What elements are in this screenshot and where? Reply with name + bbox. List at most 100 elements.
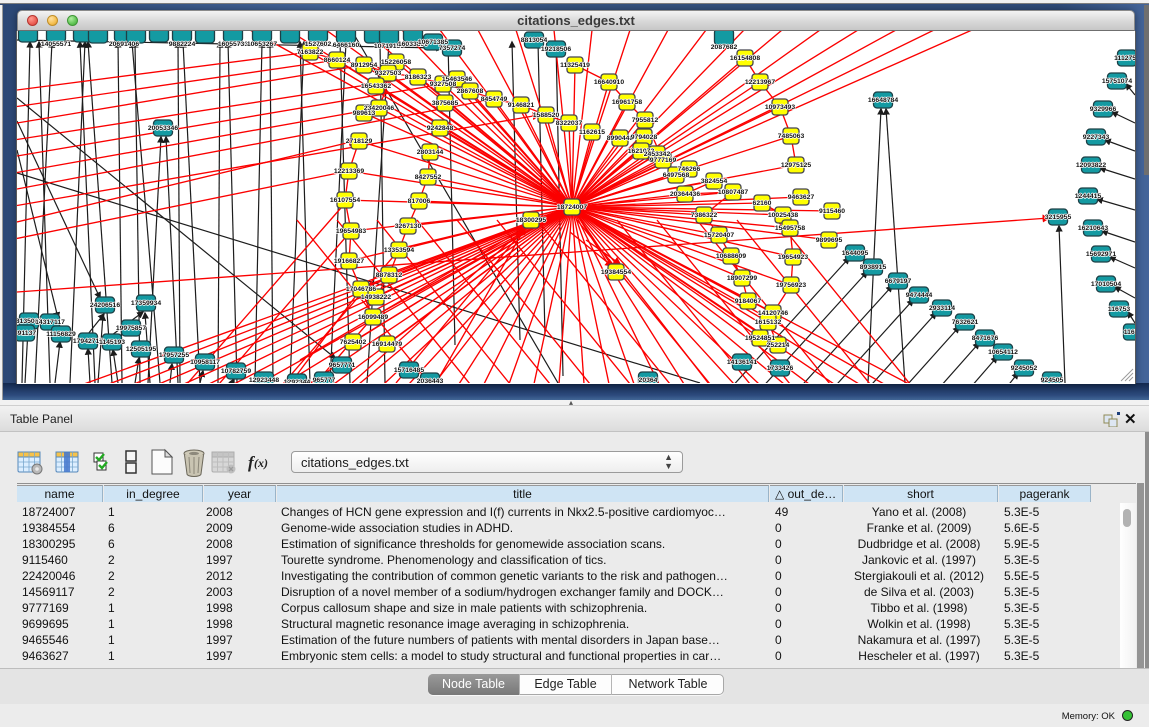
svg-text:16107554: 16107554 [330, 197, 360, 204]
svg-text:18907299: 18907299 [727, 275, 757, 282]
svg-text:16099489: 16099489 [358, 314, 388, 321]
svg-text:1112753: 1112753 [1114, 55, 1135, 62]
svg-text:8471676: 8471676 [972, 335, 999, 342]
svg-text:14317117: 14317117 [35, 319, 65, 326]
svg-text:12975125: 12975125 [781, 162, 811, 169]
svg-text:1615132: 1615132 [755, 319, 782, 326]
svg-text:12505195: 12505195 [126, 346, 156, 353]
svg-text:1145193: 1145193 [99, 339, 125, 346]
svg-text:2803144: 2803144 [417, 149, 444, 156]
svg-text:9242848: 9242848 [427, 125, 454, 132]
svg-text:8186323: 8186323 [405, 74, 432, 81]
svg-text:2087682: 2087682 [711, 44, 738, 51]
svg-text:2036443: 2036443 [417, 378, 444, 383]
svg-text:8990448: 8990448 [607, 135, 634, 142]
svg-text:9882224: 9882224 [169, 41, 196, 48]
svg-text:15226058: 15226058 [381, 59, 411, 66]
svg-text:19654983: 19654983 [336, 228, 366, 235]
svg-text:14055571: 14055571 [41, 41, 71, 48]
svg-text:17957255: 17957255 [159, 352, 189, 359]
svg-text:11675: 11675 [1124, 329, 1135, 336]
svg-text:10973493: 10973493 [765, 104, 795, 111]
svg-text:3267130: 3267130 [395, 223, 422, 230]
svg-text:14938222: 14938222 [361, 294, 391, 301]
svg-text:3824554: 3824554 [701, 178, 728, 185]
svg-text:16543362: 16543362 [361, 83, 391, 90]
svg-text:12923448: 12923448 [249, 377, 279, 383]
svg-text:8660124: 8660124 [324, 57, 351, 64]
svg-text:15692971: 15692971 [1086, 251, 1116, 258]
svg-text:7955812: 7955812 [632, 117, 659, 124]
svg-text:6497568: 6497568 [663, 172, 690, 179]
svg-text:1733426: 1733426 [767, 365, 794, 372]
svg-text:19756923: 19756923 [776, 282, 806, 289]
svg-text:10654112: 10654112 [988, 349, 1018, 356]
svg-text:7632621: 7632621 [952, 319, 979, 326]
svg-text:19384554: 19384554 [601, 269, 631, 276]
svg-text:16640910: 16640910 [594, 79, 624, 86]
svg-text:7163822: 7163822 [297, 49, 324, 56]
svg-text:11325419: 11325419 [560, 62, 590, 69]
svg-text:9657771: 9657771 [329, 362, 356, 369]
svg-text:7386322: 7386322 [691, 212, 718, 219]
svg-text:12213369: 12213369 [334, 168, 364, 175]
svg-text:20364: 20364 [639, 377, 658, 383]
svg-text:16154808: 16154808 [730, 55, 760, 62]
svg-text:9474444: 9474444 [906, 292, 933, 299]
svg-text:9777169: 9777169 [650, 157, 677, 164]
svg-text:1162615: 1162615 [579, 129, 605, 136]
svg-text:1244415: 1244415 [1075, 193, 1102, 200]
svg-text:15751074: 15751074 [1102, 78, 1132, 85]
svg-text:8813054: 8813054 [521, 37, 548, 44]
svg-text:19166827: 19166827 [334, 258, 364, 265]
svg-text:8878312: 8878312 [376, 272, 403, 279]
svg-text:16961758: 16961758 [612, 99, 642, 106]
svg-text:1527602: 1527602 [305, 41, 332, 48]
svg-text:9794028: 9794028 [631, 134, 658, 141]
svg-text:15716485: 15716485 [394, 367, 424, 374]
svg-text:8454749: 8454749 [481, 96, 508, 103]
svg-text:1644095: 1644095 [842, 250, 869, 257]
svg-text:15720407: 15720407 [704, 232, 734, 239]
svg-text:9245052: 9245052 [1011, 365, 1038, 372]
svg-text:8427552: 8427552 [415, 174, 442, 181]
svg-text:24206516: 24206516 [90, 302, 120, 309]
svg-text:13353594: 13353594 [384, 247, 414, 254]
svg-text:18724007: 18724007 [557, 204, 587, 211]
svg-text:1292344: 1292344 [284, 379, 311, 383]
svg-text:7485063: 7485063 [778, 133, 805, 140]
svg-text:9146821: 9146821 [508, 102, 535, 109]
svg-text:19524851: 19524851 [745, 335, 775, 342]
svg-text:2867608: 2867608 [457, 88, 484, 95]
svg-text:10688609: 10688609 [716, 253, 746, 260]
svg-text:8322037: 8322037 [556, 120, 583, 127]
svg-text:16055733: 16055733 [218, 41, 248, 48]
svg-text:3875685: 3875685 [432, 100, 459, 107]
svg-text:989613: 989613 [353, 110, 376, 117]
svg-text:16210643: 16210643 [1078, 225, 1108, 232]
svg-text:9463627: 9463627 [788, 194, 815, 201]
svg-text:817006: 817006 [408, 198, 431, 205]
svg-text:15463546: 15463546 [442, 76, 472, 83]
svg-text:2933114: 2933114 [929, 305, 955, 312]
svg-text:14120746: 14120746 [758, 310, 788, 317]
svg-text:10653267: 10653267 [247, 41, 277, 48]
svg-text:7625402: 7625402 [340, 339, 367, 346]
svg-text:20053346: 20053346 [148, 125, 178, 132]
svg-text:12093822: 12093822 [1076, 162, 1106, 169]
svg-text:18300295: 18300295 [516, 217, 546, 224]
svg-text:12213967: 12213967 [745, 79, 775, 86]
svg-text:10782759: 10782759 [221, 368, 251, 375]
svg-text:924505: 924505 [1041, 377, 1064, 383]
svg-text:9115460: 9115460 [819, 208, 845, 215]
svg-text:2718129: 2718129 [346, 138, 373, 145]
svg-text:9899695: 9899695 [816, 237, 843, 244]
svg-text:116753: 116753 [1108, 306, 1131, 313]
svg-text:10958117: 10958117 [190, 359, 220, 366]
svg-text:7357274: 7357274 [439, 45, 466, 52]
svg-text:19654923: 19654923 [778, 254, 808, 261]
svg-text:10025438: 10025438 [768, 212, 798, 219]
svg-text:252214: 252214 [767, 342, 790, 349]
svg-text:17359934: 17359934 [131, 300, 161, 307]
svg-text:965777: 965777 [313, 377, 336, 383]
